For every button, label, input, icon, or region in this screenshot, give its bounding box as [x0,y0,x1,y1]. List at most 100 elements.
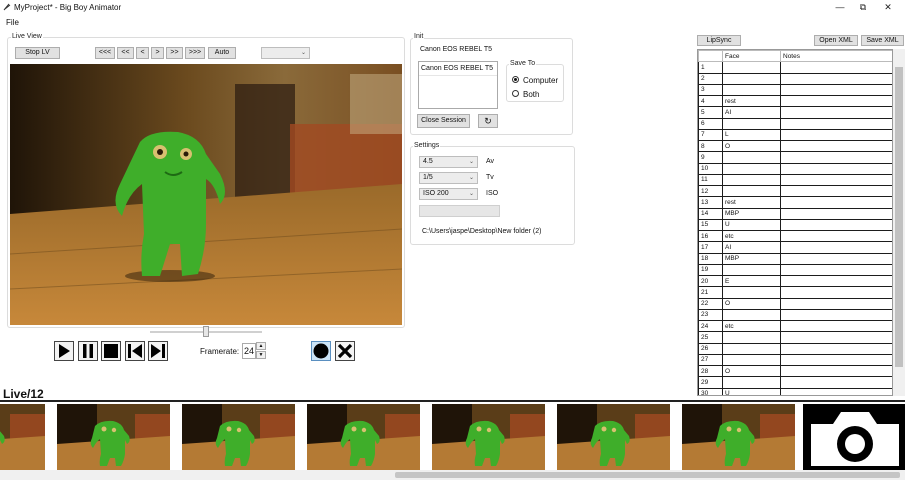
table-row[interactable]: 21 [698,286,892,299]
camera-list[interactable]: Canon EOS REBEL T5 [418,61,498,109]
table-row[interactable]: 14 MBP [698,207,892,220]
face-cell[interactable] [722,263,781,277]
filmstrip-scrollbar-thumb[interactable] [395,472,900,478]
capture-frame-button[interactable] [803,404,905,470]
notes-cell[interactable] [780,173,892,187]
table-row[interactable]: 15 U [698,218,892,232]
notes-cell[interactable] [780,61,892,74]
notes-cell[interactable] [780,128,892,142]
notes-cell[interactable] [780,364,892,378]
face-cell[interactable] [722,308,781,322]
tv-dropdown[interactable]: 1/5 ⌄ [419,172,478,184]
notes-cell[interactable] [780,83,892,97]
pause-button[interactable] [78,341,98,361]
notes-cell[interactable] [780,331,892,344]
notes-cell[interactable] [780,319,892,333]
lipsync-scrollbar-thumb[interactable] [895,67,903,367]
open-xml-button[interactable]: Open XML [814,35,858,46]
face-cell[interactable] [722,151,781,164]
table-row[interactable]: 20 E [698,274,892,288]
table-row[interactable]: 11 [698,173,892,187]
framerate-up-button[interactable]: ▲ [256,342,266,350]
table-row[interactable]: 24 etc [698,319,892,333]
minimize-button[interactable]: — [828,1,852,14]
notes-cell[interactable] [780,218,892,232]
table-row[interactable]: 7L [698,128,892,142]
table-row[interactable]: 28 O [698,364,892,378]
filmstrip-frame[interactable] [557,404,670,470]
face-cell[interactable]: MBP [722,207,781,220]
notes-cell[interactable] [780,308,892,322]
notes-cell[interactable] [780,342,892,355]
notes-cell[interactable] [780,151,892,164]
stop-lv-button[interactable]: Stop LV [15,47,60,59]
face-cell[interactable]: etc [722,319,781,333]
table-row[interactable]: 25 [698,331,892,344]
table-row[interactable]: 30 U [698,387,892,395]
table-row[interactable]: 9 [698,151,892,164]
framerate-down-button[interactable]: ▼ [256,351,266,359]
table-row[interactable]: 22 O [698,297,892,310]
table-row[interactable]: 5 AI [698,106,892,119]
table-row[interactable]: 1 [698,61,892,74]
next-frame-button[interactable] [148,341,168,361]
nav-back-fast-button[interactable]: << [117,47,134,59]
save-to-computer-radio[interactable] [512,76,519,83]
face-cell[interactable]: U [722,387,781,395]
notes-cell[interactable] [780,376,892,389]
lipsync-grid[interactable]: Face Notes 1 2 3 4 rest 5 AI 6 7 L 8 O 9 10 11 12 13 rest… [697,49,893,396]
nav-back-button[interactable]: < [136,47,149,59]
notes-cell[interactable] [780,263,892,277]
face-cell[interactable] [722,83,781,97]
face-cell[interactable] [722,173,781,187]
frame-slider-thumb[interactable] [203,326,209,337]
notes-cell[interactable] [780,353,892,367]
filmstrip-frame[interactable] [182,404,295,470]
notes-cell[interactable] [780,241,892,254]
notes-cell[interactable] [780,184,892,198]
nav-last-button[interactable]: >>> [185,47,205,59]
table-row[interactable]: 13 rest [698,196,892,209]
face-cell[interactable]: O [722,364,781,378]
filmstrip-frame[interactable] [57,404,170,470]
iso-dropdown[interactable]: ISO 200 ⌄ [419,188,478,200]
table-row[interactable]: 2 [698,72,892,85]
face-cell[interactable]: U [722,218,781,232]
table-row[interactable]: 12 [698,184,892,198]
nav-first-button[interactable]: <<< [95,47,115,59]
face-cell[interactable] [722,184,781,198]
table-row[interactable]: 16 etc [698,229,892,243]
menu-file[interactable]: File [6,18,19,27]
filmstrip-frame[interactable] [432,404,545,470]
notes-cell[interactable] [780,139,892,153]
table-row[interactable]: 3 [698,83,892,97]
table-row[interactable]: 10 [698,162,892,175]
table-row[interactable]: 6 [698,117,892,130]
face-cell[interactable]: MBP [722,252,781,265]
auto-button[interactable]: Auto [208,47,236,59]
notes-cell[interactable] [780,106,892,119]
filmstrip-frame[interactable] [682,404,795,470]
face-cell[interactable] [722,72,781,85]
notes-cell[interactable] [780,297,892,310]
face-cell[interactable]: L [722,128,781,142]
table-row[interactable]: 27 [698,353,892,367]
close-button[interactable]: ✕ [876,1,900,14]
liveview-dropdown[interactable]: ⌄ [261,47,310,59]
face-cell[interactable] [722,353,781,367]
save-xml-button[interactable]: Save XML [861,35,904,46]
notes-cell[interactable] [780,252,892,265]
table-row[interactable]: 8O [698,139,892,153]
close-session-button[interactable]: Close Session [417,114,470,128]
face-cell[interactable] [722,342,781,355]
notes-cell[interactable] [780,286,892,299]
face-cell[interactable]: E [722,274,781,288]
notes-cell[interactable] [780,162,892,175]
notes-cell[interactable] [780,117,892,130]
face-cell[interactable] [722,376,781,389]
table-row[interactable]: 4 rest [698,94,892,108]
face-cell[interactable]: O [722,297,781,310]
face-cell[interactable]: AI [722,106,781,119]
face-cell[interactable] [722,162,781,175]
filmstrip-frame[interactable] [307,404,420,470]
